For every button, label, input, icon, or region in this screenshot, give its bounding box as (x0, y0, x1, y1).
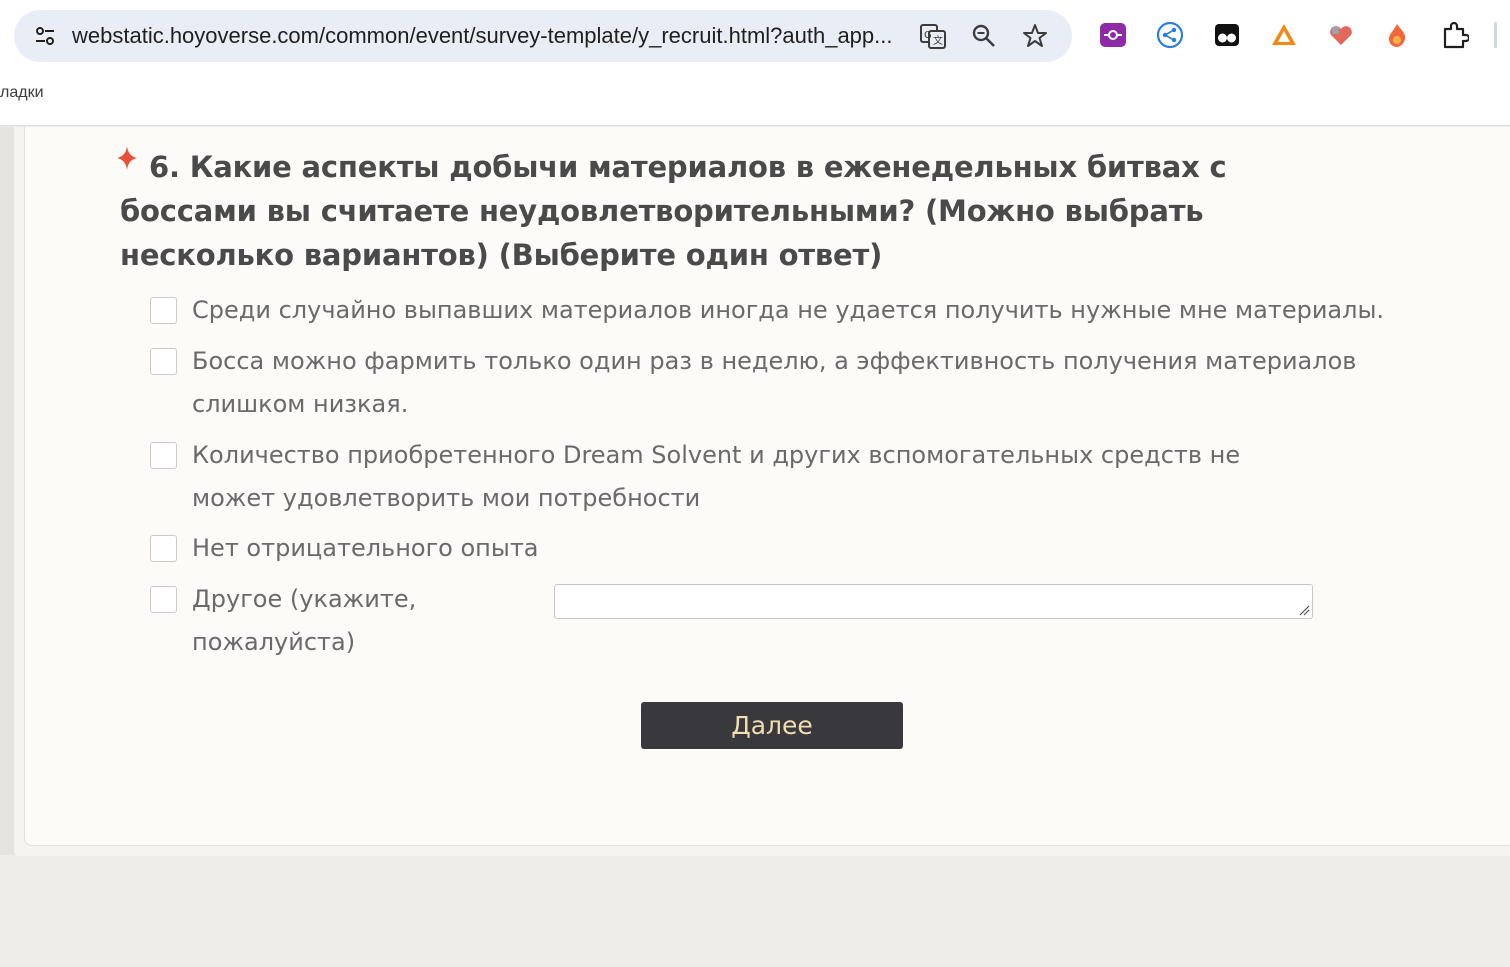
extension-glasses-icon[interactable] (1212, 20, 1242, 50)
left-decoration (0, 127, 14, 855)
extension-heart-icon[interactable] (1326, 20, 1356, 50)
extensions-puzzle-icon[interactable] (1440, 20, 1470, 50)
url-text[interactable]: webstatic.hoyoverse.com/common/event/sur… (72, 10, 902, 62)
option-label: Количество приобретенного Dream Solvent … (192, 441, 1241, 512)
option-3[interactable]: Количество приобретенного Dream Solvent … (150, 441, 1270, 520)
question-text: Какие аспекты добычи материалов в еженед… (120, 150, 1227, 272)
address-bar[interactable]: webstatic.hoyoverse.com/common/event/sur… (14, 10, 1072, 62)
bookmarks-label[interactable]: ладки (0, 84, 44, 102)
svg-text:文: 文 (933, 34, 943, 47)
extension-share-icon[interactable] (1155, 20, 1185, 50)
resize-grip-icon[interactable] (1298, 604, 1310, 616)
option-label: Среди случайно выпавших материалов иногд… (192, 296, 1385, 324)
question-number: 6. (149, 150, 180, 184)
bookmark-star-icon[interactable] (1021, 22, 1049, 50)
option-5[interactable]: Другое (укажите, пожалуйста) (150, 585, 550, 664)
next-button[interactable]: Далее (641, 702, 903, 749)
translate-icon[interactable]: G 文 (919, 22, 947, 50)
checkbox[interactable] (150, 586, 177, 613)
option-4[interactable]: Нет отрицательного опыта (150, 534, 750, 570)
option-1[interactable]: Среди случайно выпавших материалов иногд… (150, 296, 1390, 332)
zoom-icon[interactable] (970, 22, 998, 50)
bookmarks-bar: ладки (0, 76, 1510, 126)
option-label: Нет отрицательного опыта (192, 534, 539, 562)
option-label: Босса можно фармить только один раз в не… (192, 347, 1357, 418)
extension-fire-icon[interactable] (1382, 20, 1412, 50)
browser-toolbar: webstatic.hoyoverse.com/common/event/sur… (0, 0, 1510, 76)
svg-text:G: G (924, 30, 932, 41)
checkbox[interactable] (150, 297, 177, 324)
option-label: Другое (укажите, пожалуйста) (192, 585, 417, 656)
extension-triangle-icon[interactable] (1269, 20, 1299, 50)
option-2[interactable]: Босса можно фармить только один раз в не… (150, 347, 1400, 426)
checkbox[interactable] (150, 348, 177, 375)
checkbox[interactable] (150, 535, 177, 562)
site-info-icon[interactable] (32, 23, 58, 49)
question-title: 6. Какие аспекты добычи материалов в еже… (120, 145, 1350, 277)
toolbar-divider (1494, 22, 1497, 48)
extension-purple-icon[interactable] (1098, 20, 1128, 50)
other-text-field[interactable] (554, 584, 1313, 619)
checkbox[interactable] (150, 442, 177, 469)
